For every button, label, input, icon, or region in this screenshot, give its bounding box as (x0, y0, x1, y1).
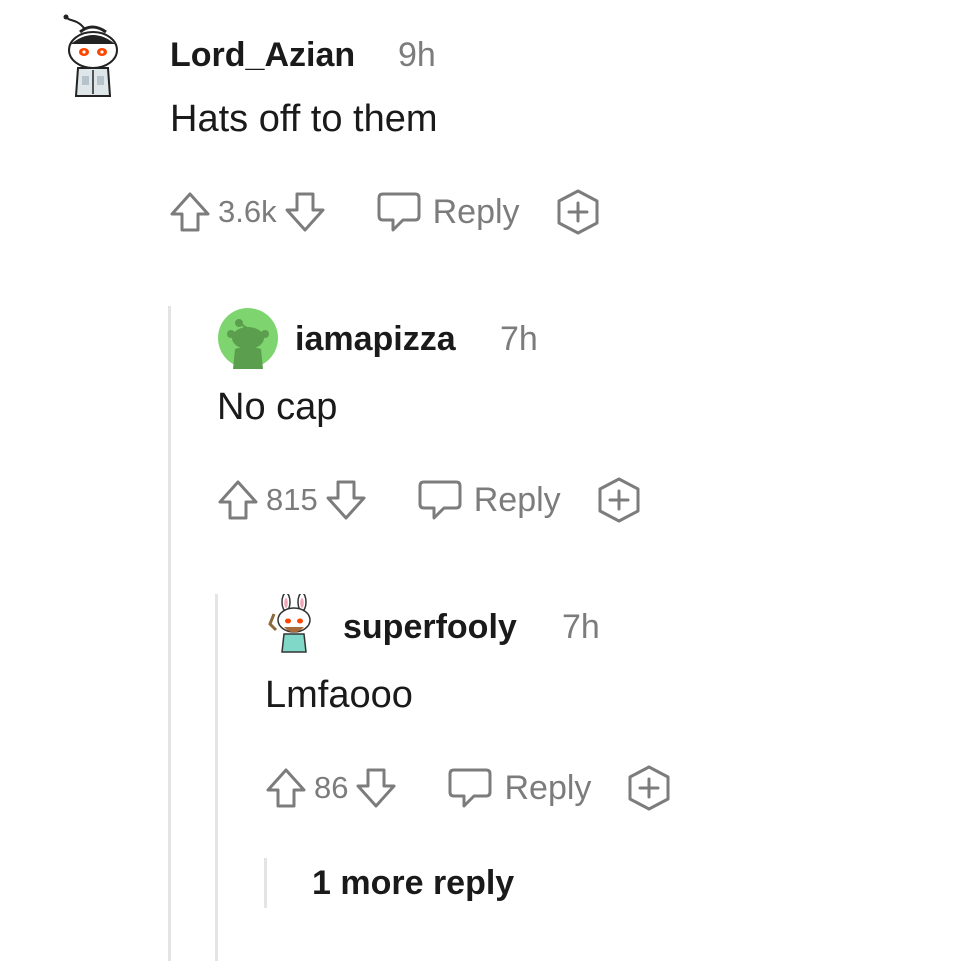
comment-timestamp: 9h (398, 36, 436, 74)
reply-button[interactable]: Reply (446, 766, 591, 810)
thread-line-level-2[interactable] (215, 594, 218, 961)
snoo-avatar-icon (218, 308, 278, 369)
upvote-icon (266, 768, 306, 808)
award-icon (598, 477, 640, 523)
thread-line-level-1[interactable] (168, 306, 171, 961)
downvote-icon (356, 768, 396, 808)
award-button[interactable] (554, 188, 602, 236)
reply-button[interactable]: Reply (416, 478, 561, 522)
downvote-button[interactable] (354, 766, 398, 810)
thread-line-level-3[interactable] (264, 858, 267, 908)
comment-thread: Lord_Azian 9h Hats off to them 3.6k Repl… (0, 0, 953, 961)
vote-score: 86 (314, 770, 349, 805)
snoo-avatar-icon (268, 592, 311, 653)
vote-score: 815 (266, 482, 318, 517)
comment-username[interactable]: Lord_Azian (170, 38, 355, 72)
comment-timestamp: 7h (500, 320, 538, 358)
comment-body: No cap (217, 386, 338, 428)
reply-label: Reply (504, 768, 592, 807)
downvote-button[interactable] (324, 478, 368, 522)
comment-actions: 3.6k Reply (168, 186, 602, 238)
reply-button[interactable]: Reply (375, 190, 520, 234)
downvote-icon (326, 480, 366, 520)
comment-actions: 815 Reply (216, 474, 643, 526)
comment-username[interactable]: superfooly (343, 610, 517, 644)
upvote-button[interactable] (216, 478, 260, 522)
award-button[interactable] (625, 764, 673, 812)
upvote-icon (218, 480, 258, 520)
upvote-icon (170, 192, 210, 232)
more-replies-link[interactable]: 1 more reply (312, 866, 514, 900)
comment-bubble-icon (448, 768, 492, 808)
comment-username[interactable]: iamapizza (295, 322, 456, 356)
avatar[interactable] (62, 14, 124, 100)
upvote-button[interactable] (264, 766, 308, 810)
comment-timestamp: 7h (562, 608, 600, 646)
award-icon (557, 189, 599, 235)
comment-body: Lmfaooo (265, 674, 413, 716)
comment-actions: 86 Reply (264, 762, 673, 814)
upvote-button[interactable] (168, 190, 212, 234)
award-icon (628, 765, 670, 811)
avatar[interactable] (264, 592, 326, 656)
downvote-icon (285, 192, 325, 232)
reply-label: Reply (473, 480, 561, 519)
comment-bubble-icon (377, 192, 421, 232)
downvote-button[interactable] (283, 190, 327, 234)
snoo-avatar-icon (63, 14, 118, 97)
comment-bubble-icon (418, 480, 462, 520)
avatar[interactable] (217, 307, 279, 369)
award-button[interactable] (595, 476, 643, 524)
reply-label: Reply (432, 192, 520, 231)
comment-body: Hats off to them (170, 98, 438, 140)
vote-score: 3.6k (218, 194, 277, 229)
